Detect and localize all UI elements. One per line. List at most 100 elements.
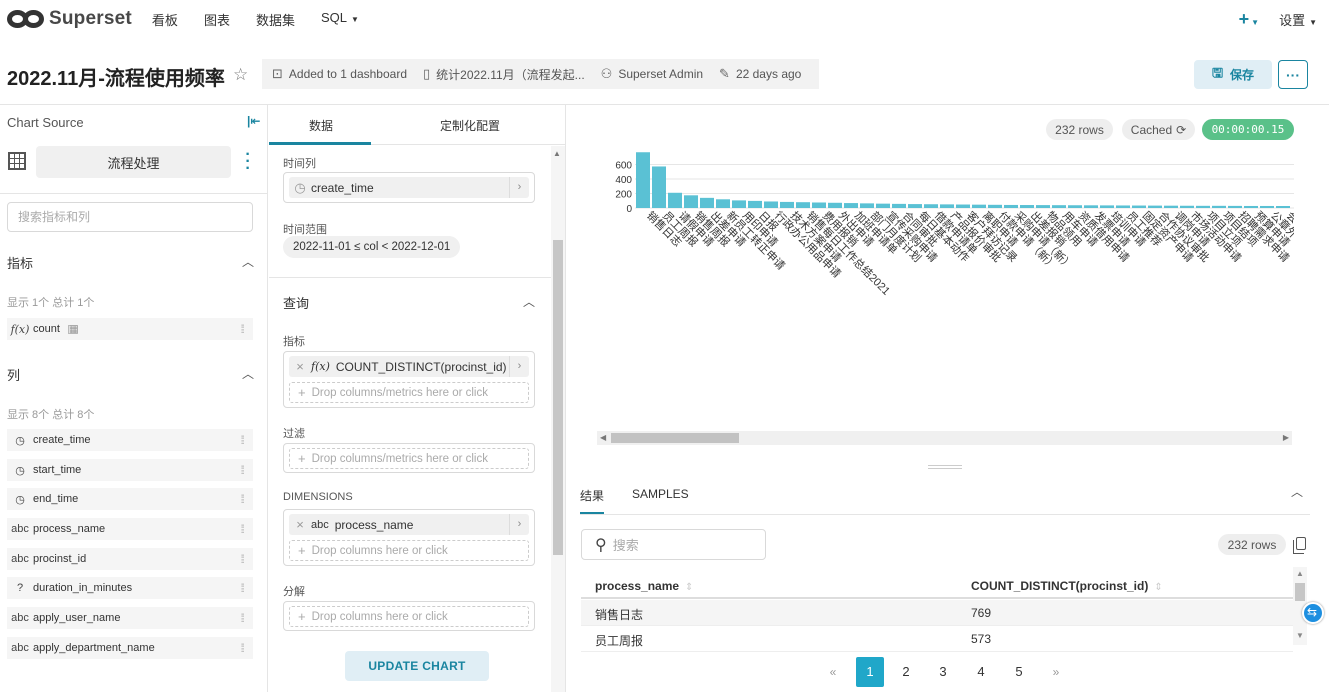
chart-horizontal-scrollbar[interactable]: ◀ ▶ [597, 431, 1292, 445]
results-search-input[interactable]: ⚲ 搜索 [581, 529, 766, 560]
chevron-up-icon[interactable]: ︿ [1291, 483, 1303, 500]
metrics-columns-search-input[interactable]: 搜索指标和列 [7, 202, 253, 232]
drag-handle-icon[interactable]: ⁞⁞ [240, 492, 244, 506]
cached-badge[interactable]: Cached ⟳ [1122, 119, 1195, 140]
document-icon: ▯ [423, 66, 431, 81]
column-item[interactable]: ? duration_in_minutes ⁞⁞ [7, 577, 253, 599]
resize-grip[interactable] [928, 468, 962, 469]
nav-datasets[interactable]: 数据集 [256, 10, 295, 29]
scroll-up-icon[interactable]: ▲ [553, 149, 561, 158]
tab-customize[interactable]: 定制化配置 [440, 117, 500, 134]
tab-data[interactable]: 数据 [309, 117, 333, 134]
dashboards-meta[interactable]: ⊡ Added to 1 dashboard [272, 66, 407, 82]
dimensions-drop-zone[interactable]: + Drop columns here or click [289, 540, 529, 561]
breakdown-control[interactable]: + Drop columns here or click [283, 601, 535, 631]
pagination-page[interactable]: 1 [856, 657, 884, 687]
scrollbar-thumb[interactable] [553, 240, 563, 555]
dimensions-control[interactable]: × abc process_name › + Drop columns here … [283, 509, 535, 566]
resize-grip[interactable] [928, 465, 962, 466]
settings-menu[interactable]: 设置 ▼ [1279, 10, 1317, 29]
pagination-page[interactable]: 2 [892, 657, 920, 687]
pagination-page[interactable]: 5 [1005, 657, 1033, 687]
divider [269, 277, 551, 278]
remove-icon[interactable]: × [289, 517, 311, 532]
nav-charts[interactable]: 图表 [204, 10, 230, 29]
update-chart-button[interactable]: UPDATE CHART [345, 651, 489, 681]
drag-handle-icon[interactable]: ⁞⁞ [240, 463, 244, 477]
chevron-up-icon[interactable]: ︿ [242, 253, 254, 270]
dimension-tag[interactable]: × abc process_name › [289, 514, 529, 535]
tab-samples[interactable]: SAMPLES [632, 487, 689, 501]
column-name: end_time [33, 493, 79, 505]
column-item[interactable]: abc apply_department_name ⁞⁞ [7, 637, 253, 659]
drag-handle-icon[interactable]: ⁞⁞ [240, 641, 244, 655]
time-column-tag[interactable]: ◷ create_time › [289, 177, 529, 198]
remove-icon[interactable]: × [289, 359, 311, 374]
remote-assist-icon[interactable] [1302, 602, 1324, 624]
columns-section-title[interactable]: 列 [7, 365, 20, 384]
drag-handle-icon[interactable]: ⁞⁞ [240, 433, 244, 447]
dataset-meta[interactable]: ▯ 统计2022.11月（流程发起... [423, 66, 585, 83]
scroll-right-icon[interactable]: ▶ [1283, 431, 1289, 445]
save-button[interactable]: 🖫 保存 [1194, 60, 1272, 89]
scroll-down-icon[interactable]: ▼ [1296, 631, 1304, 640]
drag-handle-icon[interactable]: ⁞⁞ [240, 322, 244, 336]
time-column-select[interactable]: ◷ create_time › [283, 172, 535, 203]
drag-handle-icon[interactable]: ⁞⁞ [240, 581, 244, 595]
dataset-menu-icon[interactable]: · · · [245, 147, 251, 177]
pagination-page[interactable]: 3 [929, 657, 957, 687]
bar [940, 204, 954, 208]
nav-sql[interactable]: SQL ▼ [321, 10, 359, 29]
scroll-up-icon[interactable]: ▲ [1296, 569, 1304, 578]
breakdown-drop-zone[interactable]: + Drop columns here or click [289, 606, 529, 627]
metrics-drop-zone[interactable]: + Drop columns/metrics here or click [289, 382, 529, 403]
column-header[interactable]: COUNT_DISTINCT(procinst_id) ⇕ [971, 579, 1163, 593]
column-item[interactable]: ◷ end_time ⁞⁞ [7, 488, 253, 510]
metric-tag[interactable]: × f(x) COUNT_DISTINCT(procinst_id) › [289, 356, 529, 377]
metrics-control[interactable]: × f(x) COUNT_DISTINCT(procinst_id) › + Dr… [283, 351, 535, 408]
favorite-star-icon[interactable]: ☆ [233, 65, 248, 85]
sort-icon[interactable]: ⇕ [685, 582, 693, 593]
chevron-right-icon[interactable]: › [509, 356, 529, 377]
drag-handle-icon[interactable]: ⁞⁞ [240, 522, 244, 536]
chevron-up-icon[interactable]: ︿ [242, 365, 254, 382]
column-item[interactable]: abc apply_user_name ⁞⁞ [7, 607, 253, 629]
metric-item[interactable]: f(x) count ▦ ⁞⁞ [7, 318, 253, 340]
copy-icon[interactable] [1293, 537, 1306, 554]
dataset-selector[interactable]: 流程处理 [36, 146, 231, 178]
column-item[interactable]: abc procinst_id ⁞⁞ [7, 548, 253, 570]
metrics-section-title[interactable]: 指标 [7, 253, 33, 272]
scrollbar-thumb[interactable] [1295, 583, 1305, 601]
column-item[interactable]: ◷ start_time ⁞⁞ [7, 459, 253, 481]
drag-handle-icon[interactable]: ⁞⁞ [240, 611, 244, 625]
tab-results[interactable]: 结果 [580, 487, 604, 504]
chevron-right-icon[interactable]: › [509, 177, 529, 198]
string-type-icon: abc [11, 612, 29, 624]
nav-dashboards[interactable]: 看板 [152, 10, 178, 29]
filters-control[interactable]: + Drop columns/metrics here or click [283, 443, 535, 473]
chart-title[interactable]: 2022.11月-流程使用频率 [7, 62, 225, 91]
scroll-left-icon[interactable]: ◀ [600, 431, 606, 445]
pagination-prev[interactable]: « [819, 657, 847, 687]
collapse-panel-icon[interactable]: |⇤ [247, 114, 260, 128]
chevron-right-icon[interactable]: › [509, 514, 529, 535]
scrollbar-thumb[interactable] [611, 433, 739, 443]
time-range-label: 时间范围 [283, 224, 327, 236]
column-item[interactable]: abc process_name ⁞⁞ [7, 518, 253, 540]
drag-handle-icon[interactable]: ⁞⁞ [240, 552, 244, 566]
bar [1180, 205, 1194, 208]
column-item[interactable]: ◷ create_time ⁞⁞ [7, 429, 253, 451]
pagination-next[interactable]: » [1042, 657, 1070, 687]
query-section-title[interactable]: 查询 [283, 293, 309, 312]
time-range-value[interactable]: 2022-11-01 ≤ col < 2022-12-01 [283, 236, 461, 258]
sort-icon[interactable]: ⇕ [1154, 582, 1162, 593]
column-header[interactable]: process_name ⇕ [595, 579, 693, 593]
pagination-page[interactable]: 4 [967, 657, 995, 687]
more-actions-button[interactable]: ··· [1278, 60, 1308, 89]
superset-logo[interactable]: Superset [7, 8, 132, 30]
column-name: procinst_id [33, 553, 87, 565]
plus-icon: + [298, 543, 306, 558]
filters-drop-zone[interactable]: + Drop columns/metrics here or click [289, 448, 529, 469]
new-item-menu[interactable]: + ▼ [1239, 9, 1259, 30]
chevron-up-icon[interactable]: ︿ [523, 293, 535, 310]
